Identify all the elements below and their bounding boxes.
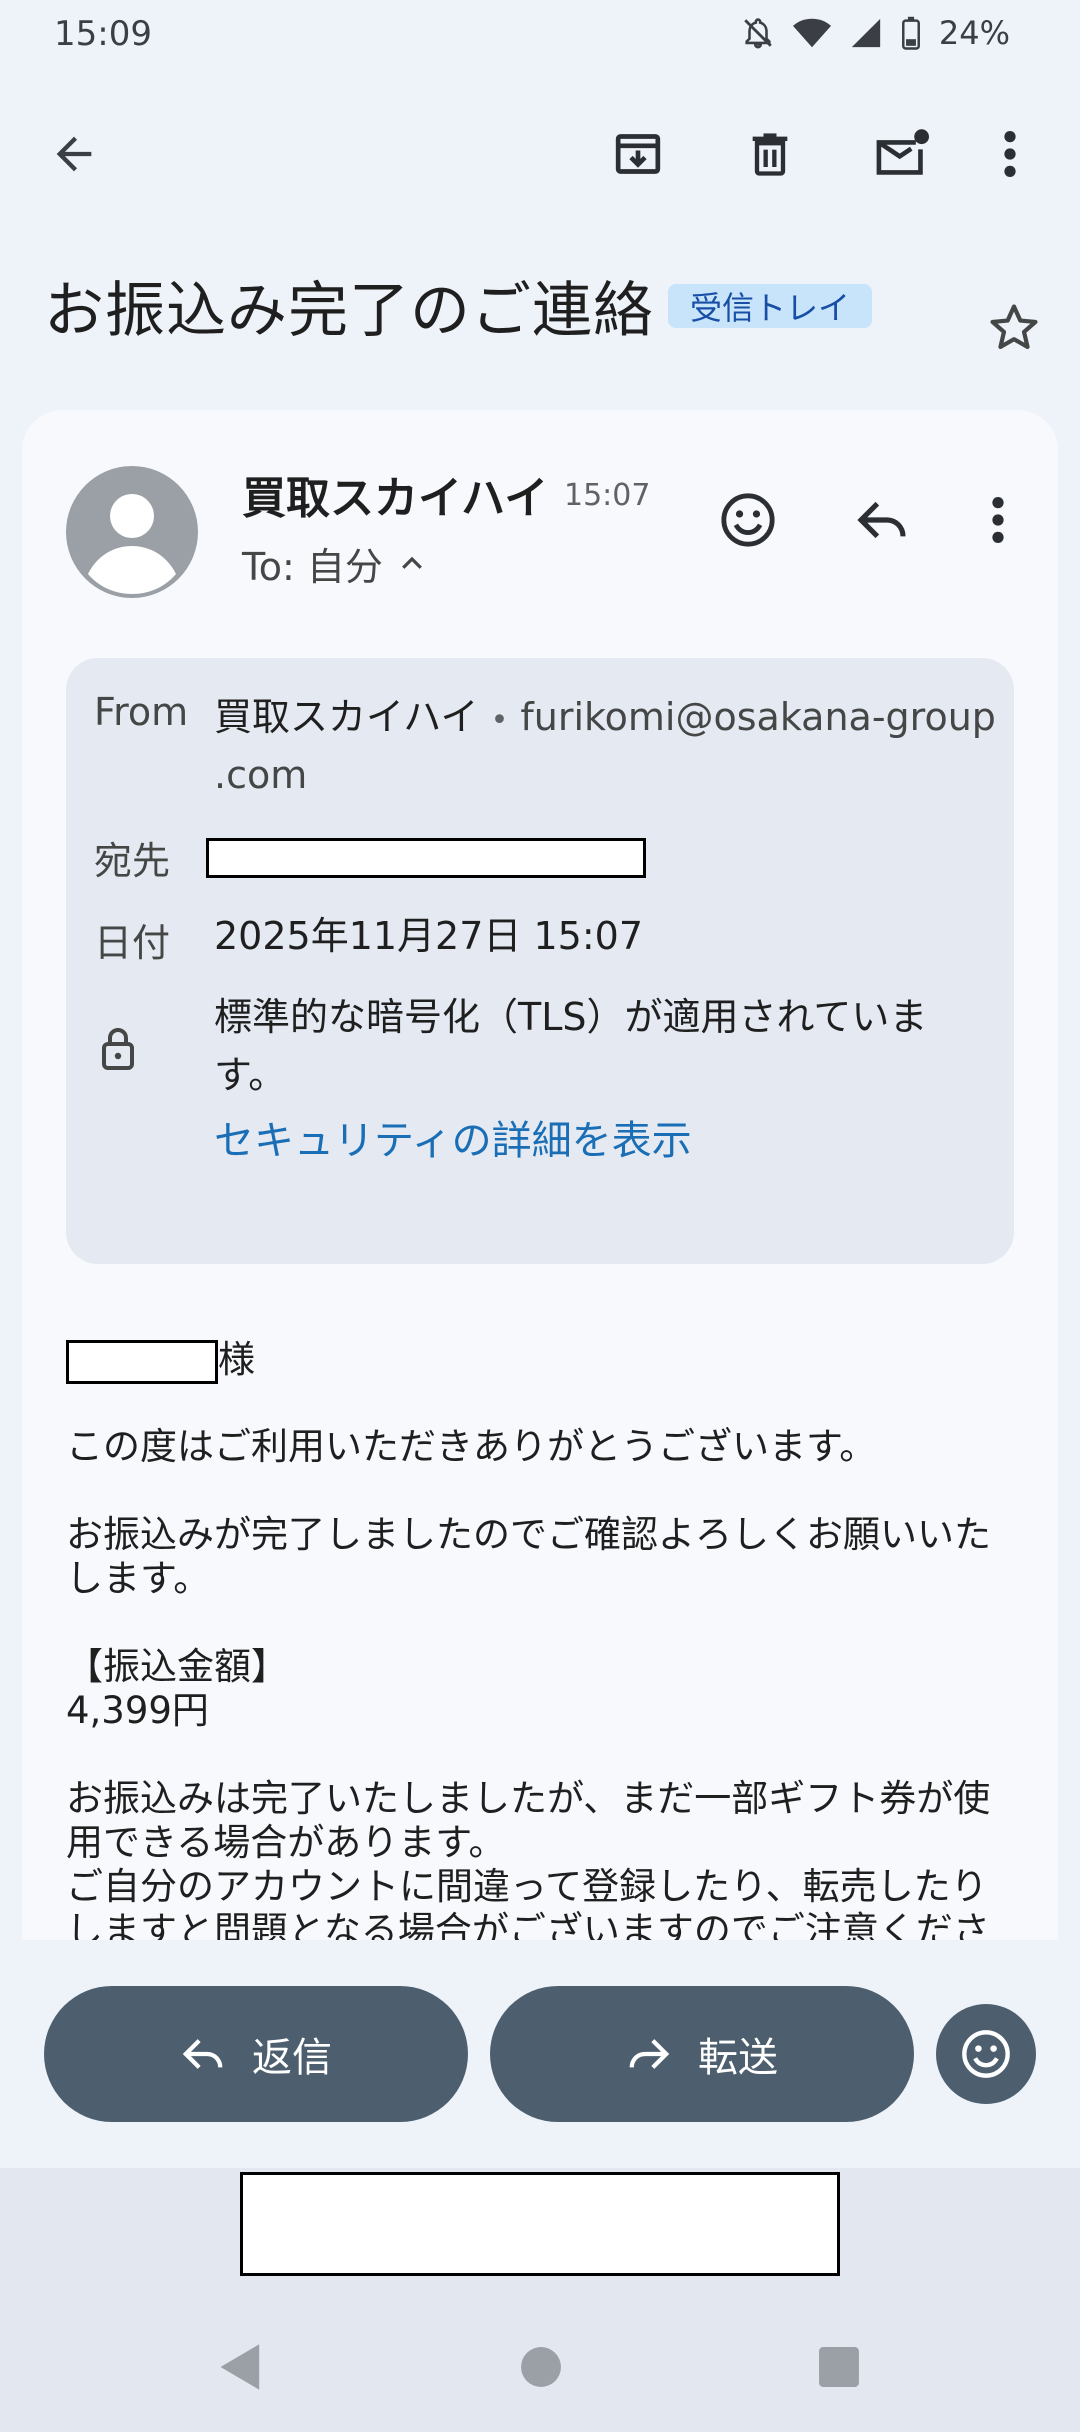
redacted-recipient (206, 838, 646, 878)
security-details-link[interactable]: セキュリティの詳細を表示 (214, 1108, 692, 1166)
date-value: 2025年11月27日 15:07 (214, 914, 644, 958)
status-icons: 24% (741, 14, 1010, 52)
security-text-line2: す。 (214, 1053, 287, 1097)
body-paragraph-3-line3: ご自分のアカウントに間違って登録したり、転売したり (66, 1865, 988, 1908)
reply-icon (857, 501, 906, 539)
salutation-suffix: 様 (218, 1338, 255, 1381)
battery-icon (901, 16, 921, 50)
email-subject: お振込み完了のご連絡 (44, 276, 654, 346)
sender-name[interactable]: 買取スカイハイ (242, 462, 548, 526)
reply-icon (182, 2039, 223, 2069)
battery-percent: 24% (938, 14, 1010, 52)
nav-recents-button[interactable] (818, 2346, 860, 2392)
forward-button[interactable]: 転送 (490, 1986, 914, 2122)
archive-icon (615, 134, 661, 174)
body-paragraph-3-line2: 用できる場合があります。 (66, 1821, 506, 1864)
to-field-label: 宛先 (94, 839, 171, 883)
reply-button[interactable]: 返信 (44, 1986, 468, 2122)
signal-icon (849, 16, 883, 50)
mark-unread-button[interactable] (862, 114, 942, 194)
emoji-icon (721, 493, 775, 547)
to-label: To: 自分 (242, 545, 383, 589)
from-separator: • (490, 703, 509, 738)
back-button[interactable] (34, 114, 114, 194)
from-email[interactable]: furikomi@osakana-group (520, 695, 996, 739)
chevron-up-icon (401, 556, 422, 569)
body-paragraph-3-line1: お振込みは完了いたしましたが、まだ一部ギフト券が使 (66, 1777, 991, 1820)
from-value: 買取スカイハイ • furikomi@osakana-group (214, 689, 996, 749)
add-reaction-button[interactable] (708, 480, 788, 560)
amount-value: 4,399円 (66, 1689, 209, 1732)
emoji-icon (962, 2030, 1010, 2078)
status-time: 15:09 (54, 14, 152, 54)
date-label: 日付 (94, 921, 171, 965)
more-options-button[interactable] (980, 114, 1040, 194)
security-text-line1: 標準的な暗号化（TLS）が適用されていま (214, 995, 928, 1039)
from-email-cont: .com (214, 753, 308, 797)
archive-button[interactable] (598, 114, 678, 194)
arrow-left-icon (56, 136, 92, 172)
from-name: 買取スカイハイ (214, 695, 479, 739)
bell-off-icon (741, 16, 775, 50)
body-paragraph-2-line1: お振込みが完了しましたのでご確認よろしくお願いいた (66, 1513, 991, 1556)
wifi-icon (792, 16, 831, 50)
lock-icon (96, 1024, 140, 1076)
avatar[interactable] (66, 466, 198, 598)
recipient-toggle[interactable]: To: 自分 (242, 536, 427, 591)
status-bar: 15:09 24% (0, 0, 1080, 72)
star-button[interactable] (974, 288, 1054, 368)
reply-label: 返信 (252, 2035, 332, 2081)
inbox-label-chip[interactable]: 受信トレイ (668, 284, 873, 328)
from-label: From (94, 690, 189, 734)
more-vert-icon (1004, 131, 1016, 177)
forward-label: 転送 (698, 2035, 778, 2081)
redacted-recipient-name (66, 1340, 218, 1384)
nav-back-icon (220, 2344, 260, 2390)
body-paragraph-2-line2: します。 (66, 1557, 211, 1600)
delete-button[interactable] (730, 114, 810, 194)
amount-heading: 【振込金額】 (66, 1645, 288, 1688)
redacted-banner (240, 2172, 840, 2276)
body-paragraph-1: この度はご利用いただきありがとうございます。 (66, 1425, 877, 1468)
forward-icon (629, 2039, 670, 2069)
mark-unread-icon (876, 129, 929, 175)
nav-recents-icon (819, 2347, 859, 2387)
nav-home-button[interactable] (520, 2346, 562, 2392)
react-button[interactable] (936, 2004, 1036, 2104)
message-more-button[interactable] (968, 480, 1028, 560)
trash-icon (752, 133, 788, 176)
nav-home-icon (521, 2347, 561, 2387)
sender-time: 15:07 (564, 478, 651, 513)
more-vert-icon (992, 497, 1004, 543)
star-outline-icon (990, 304, 1038, 349)
reply-icon-button[interactable] (842, 480, 922, 560)
nav-back-button[interactable] (218, 2342, 264, 2396)
